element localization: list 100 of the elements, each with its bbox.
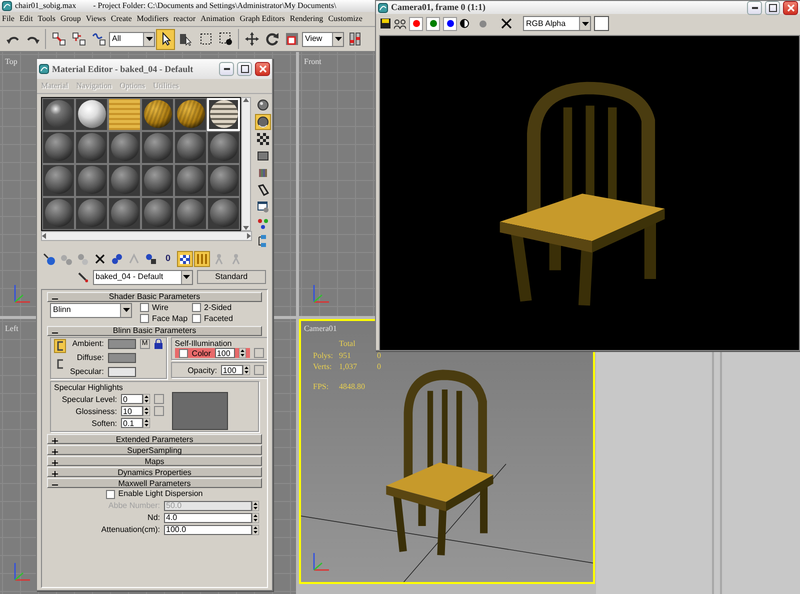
spinner-icon xyxy=(143,394,150,404)
app-icon xyxy=(2,1,12,11)
maximize-button[interactable] xyxy=(765,0,780,14)
material-type-button[interactable]: Standard xyxy=(196,270,266,284)
checkbox[interactable] xyxy=(106,490,116,499)
color-label: Ambient: xyxy=(72,338,104,349)
spinner-icon xyxy=(252,512,259,523)
menu-item[interactable]: Customize xyxy=(328,14,362,24)
field-label: Attenuation(cm): xyxy=(101,525,160,535)
display-channel-dropdown[interactable]: RGB Alpha xyxy=(523,16,591,31)
rollout-header[interactable]: Blinn Basic Parameters xyxy=(47,326,262,336)
stats-label: Polys: xyxy=(313,350,334,360)
material-sphere xyxy=(144,199,172,228)
menu-item[interactable]: Group xyxy=(60,14,81,24)
get-material-button[interactable] xyxy=(41,250,57,267)
material-sphere xyxy=(110,199,138,228)
menu-item[interactable]: Tools xyxy=(38,14,56,24)
value-field[interactable]: 0.1 xyxy=(121,418,143,428)
rollout-header[interactable]: Maxwell Parameters xyxy=(47,478,262,488)
checkbox[interactable] xyxy=(140,302,149,312)
rollout-header[interactable]: Maps xyxy=(47,456,262,466)
close-button[interactable] xyxy=(783,0,798,14)
clone-icon xyxy=(394,18,406,28)
checkbox[interactable] xyxy=(192,314,201,324)
menu-item[interactable]: reactor xyxy=(173,14,196,24)
menu-item[interactable]: Rendering xyxy=(290,14,324,24)
menu-item[interactable]: Modifiers xyxy=(136,14,168,24)
value-field[interactable]: 0 xyxy=(121,394,143,404)
self-illumination-control[interactable]: Color 100 xyxy=(174,348,250,358)
spinner-icon xyxy=(143,406,150,416)
square-icon xyxy=(257,150,269,162)
material-sphere xyxy=(78,100,106,128)
list-cursor-icon xyxy=(178,32,192,46)
option-label: Enable Light Dispersion xyxy=(118,489,203,499)
color-swatch[interactable] xyxy=(108,366,136,377)
material-slot[interactable] xyxy=(42,98,75,131)
options-button[interactable] xyxy=(255,198,271,215)
minimize-button[interactable] xyxy=(747,0,762,14)
channel-toggle-button[interactable] xyxy=(426,16,440,30)
color-swatch[interactable] xyxy=(108,352,136,363)
rollout-header[interactable]: Shader Basic Parameters xyxy=(47,292,262,302)
checkbox[interactable] xyxy=(140,314,149,324)
channel-toggle-button[interactable] xyxy=(443,16,457,30)
backlight-button[interactable] xyxy=(255,114,271,130)
rollout-header[interactable]: Dynamics Properties xyxy=(47,467,262,478)
material-name-field[interactable]: baked_04 - Default xyxy=(92,270,193,285)
checkbox[interactable] xyxy=(192,302,201,312)
effects-channel-button[interactable]: 0 xyxy=(160,250,176,267)
material-slot[interactable] xyxy=(141,98,174,131)
menu-item[interactable]: Animation xyxy=(200,14,235,24)
value-field[interactable]: 100.0 xyxy=(164,524,252,535)
selection-filter-dropdown[interactable]: All xyxy=(109,32,155,46)
reference-coordinate-dropdown[interactable]: View xyxy=(302,32,344,46)
field-label: Soften: xyxy=(92,418,117,428)
material-sphere xyxy=(110,133,138,162)
menu-item[interactable]: Create xyxy=(110,14,132,24)
value-field[interactable]: 10 xyxy=(121,406,143,416)
spheres-icon xyxy=(77,252,89,265)
sphere-icon xyxy=(257,116,269,128)
pivot-icon xyxy=(348,32,362,46)
color-swatch[interactable] xyxy=(594,16,609,31)
stats-value: 0 xyxy=(377,350,382,360)
plus-icon xyxy=(52,438,58,444)
horizontal-scrollbar[interactable] xyxy=(41,230,252,241)
rotate-icon xyxy=(264,32,278,46)
rollout-header[interactable]: SuperSampling xyxy=(47,445,262,456)
lock-toggle-button[interactable] xyxy=(54,338,66,353)
app-icon xyxy=(39,64,49,74)
select-object-button[interactable] xyxy=(156,28,175,50)
material-slot[interactable] xyxy=(174,98,207,131)
close-button[interactable] xyxy=(255,62,270,76)
minimize-button[interactable] xyxy=(219,62,234,76)
save-icon xyxy=(380,18,391,29)
material-sphere xyxy=(144,166,172,194)
menu-item[interactable]: Edit xyxy=(19,14,33,24)
close-icon xyxy=(501,18,512,29)
make-preview-button[interactable] xyxy=(255,182,271,198)
rollout-header[interactable]: Extended Parameters xyxy=(47,434,262,444)
material-slot[interactable] xyxy=(75,98,108,131)
value-field[interactable]: 4.0 xyxy=(164,512,252,523)
show-map-button[interactable] xyxy=(177,250,193,267)
material-sphere xyxy=(144,133,172,162)
menu-item[interactable]: File xyxy=(2,14,14,24)
material-sphere xyxy=(210,133,238,162)
minus-icon xyxy=(52,482,58,488)
figure-icon xyxy=(230,252,242,265)
value-field[interactable]: 100 xyxy=(214,348,235,358)
menu-item[interactable]: Views xyxy=(86,14,106,24)
shader-dropdown[interactable]: Blinn xyxy=(50,302,132,318)
menu-item[interactable]: Graph Editors xyxy=(240,14,285,24)
spinner-icon xyxy=(143,418,150,428)
color-swatch[interactable] xyxy=(108,338,136,349)
value-field[interactable]: 100 xyxy=(220,365,243,376)
maximize-button[interactable] xyxy=(237,62,252,76)
sample-type-button[interactable] xyxy=(255,96,271,113)
squiggle-square-icon xyxy=(92,32,106,46)
channel-toggle-button[interactable] xyxy=(409,16,423,30)
vertical-scrollbar[interactable] xyxy=(241,96,251,231)
unlink-icon xyxy=(72,32,86,46)
field-label: Glossiness: xyxy=(76,406,117,416)
